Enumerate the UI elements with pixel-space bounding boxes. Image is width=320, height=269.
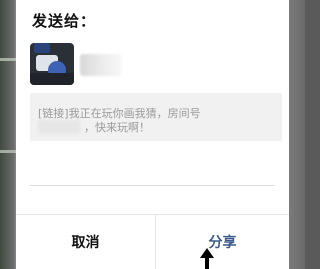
divider [30, 185, 275, 186]
room-number-redacted [38, 120, 80, 134]
share-button[interactable]: 分享 [156, 215, 289, 269]
dialog-title: 发送给： [32, 12, 97, 30]
cancel-button[interactable]: 取消 [16, 215, 155, 269]
message-preview: [链接]我正在玩你画我猜，房间号 ，快来玩啊！ [30, 93, 282, 141]
pointer-cursor-icon [200, 248, 214, 269]
background-stripe [0, 58, 16, 61]
avatar-detail [30, 73, 74, 85]
background-stripe [0, 150, 16, 153]
recipient-name-redacted [80, 54, 122, 76]
recipient-avatar [30, 43, 74, 85]
message-text-line-2: ，快来玩啊！ [84, 121, 150, 134]
avatar-detail [34, 43, 50, 53]
share-dialog: 发送给： [链接]我正在玩你画我猜，房间号 ，快来玩啊！ 取消 分享 [16, 0, 289, 269]
